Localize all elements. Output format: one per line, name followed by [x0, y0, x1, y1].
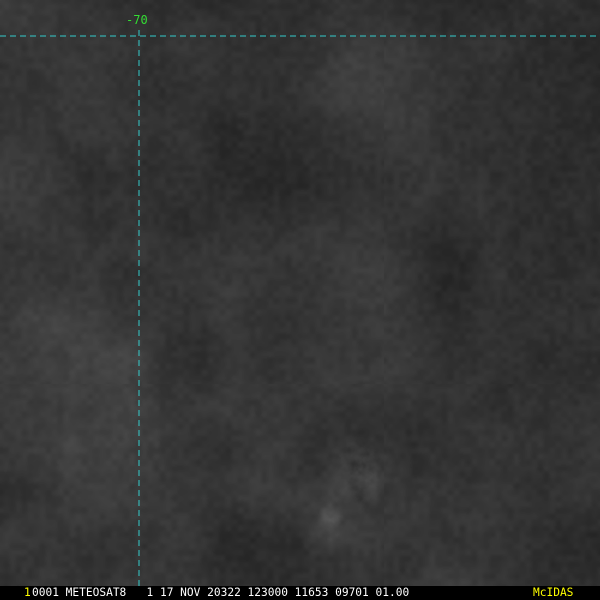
longitude-label: -70 — [126, 13, 148, 27]
status-bar: 1 0001 METEOSAT8 1 17 NOV 20322 123000 1… — [0, 586, 600, 600]
image-metadata-text: 0001 METEOSAT8 1 17 NOV 20322 123000 116… — [32, 586, 410, 599]
satellite-image — [0, 0, 600, 588]
frame-number: 1 — [24, 586, 31, 599]
mcidas-brand-label: McIDAS — [533, 586, 574, 599]
satellite-viewer: -70 1 0001 METEOSAT8 1 17 NOV 20322 1230… — [0, 0, 600, 600]
